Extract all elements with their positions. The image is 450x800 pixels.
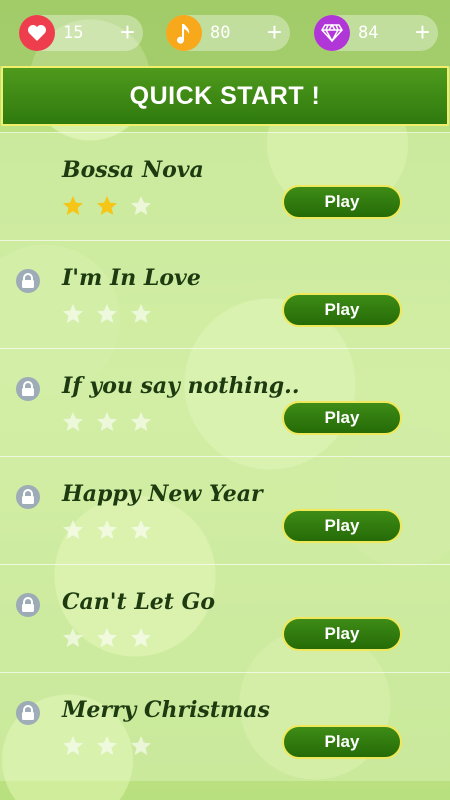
star-empty-icon <box>63 412 83 431</box>
star-empty-icon <box>131 196 151 215</box>
song-title: Bossa Nova <box>62 157 204 183</box>
star-empty-icon <box>63 736 83 755</box>
lock-icon <box>16 485 40 509</box>
diamond-icon <box>314 15 350 51</box>
play-button[interactable]: Play <box>282 725 402 759</box>
song-title: Merry Christmas <box>62 697 270 723</box>
star-rating <box>62 411 152 433</box>
star-empty-icon <box>63 628 83 647</box>
music-note-icon <box>166 15 202 51</box>
play-button[interactable]: Play <box>282 617 402 651</box>
currency-bar: 15 + 80 + 84 + <box>0 0 450 66</box>
star-empty-icon <box>63 304 83 323</box>
star-filled-icon <box>97 196 117 215</box>
song-row: Happy New Year Play <box>0 456 450 565</box>
song-row: Bossa Nova Play <box>0 132 450 241</box>
heart-icon <box>19 15 55 51</box>
hearts-counter: 15 + <box>19 15 143 51</box>
hearts-value: 15 <box>63 23 84 43</box>
star-empty-icon <box>97 736 117 755</box>
lock-icon <box>16 377 40 401</box>
play-button[interactable]: Play <box>282 401 402 435</box>
star-rating <box>62 735 152 757</box>
play-button[interactable]: Play <box>282 293 402 327</box>
song-row: Can't Let Go Play <box>0 564 450 673</box>
star-empty-icon <box>97 520 117 539</box>
lock-icon <box>16 269 40 293</box>
quick-start-button[interactable]: QUICK START ! <box>1 66 449 126</box>
star-empty-icon <box>97 412 117 431</box>
add-notes-button[interactable]: + <box>267 15 282 49</box>
notes-value: 80 <box>210 23 231 43</box>
song-row: I'm In Love Play <box>0 240 450 349</box>
song-row: Merry Christmas Play <box>0 672 450 781</box>
play-button[interactable]: Play <box>282 509 402 543</box>
lock-icon <box>16 593 40 617</box>
star-empty-icon <box>97 304 117 323</box>
star-empty-icon <box>131 304 151 323</box>
song-title: Happy New Year <box>62 481 263 507</box>
star-empty-icon <box>63 520 83 539</box>
star-filled-icon <box>63 196 83 215</box>
star-empty-icon <box>97 628 117 647</box>
star-rating <box>62 195 152 217</box>
notes-counter: 80 + <box>166 15 290 51</box>
gems-counter: 84 + <box>314 15 438 51</box>
song-title: If you say nothing.. <box>62 373 300 399</box>
star-rating <box>62 627 152 649</box>
star-empty-icon <box>131 628 151 647</box>
play-button[interactable]: Play <box>282 185 402 219</box>
add-hearts-button[interactable]: + <box>120 15 135 49</box>
add-gems-button[interactable]: + <box>415 15 430 49</box>
song-title: Can't Let Go <box>62 589 216 615</box>
song-title: I'm In Love <box>62 265 201 291</box>
song-row: If you say nothing.. Play <box>0 348 450 457</box>
star-empty-icon <box>131 520 151 539</box>
star-empty-icon <box>131 412 151 431</box>
star-rating <box>62 519 152 541</box>
star-empty-icon <box>131 736 151 755</box>
lock-icon <box>16 701 40 725</box>
star-rating <box>62 303 152 325</box>
gems-value: 84 <box>358 23 379 43</box>
